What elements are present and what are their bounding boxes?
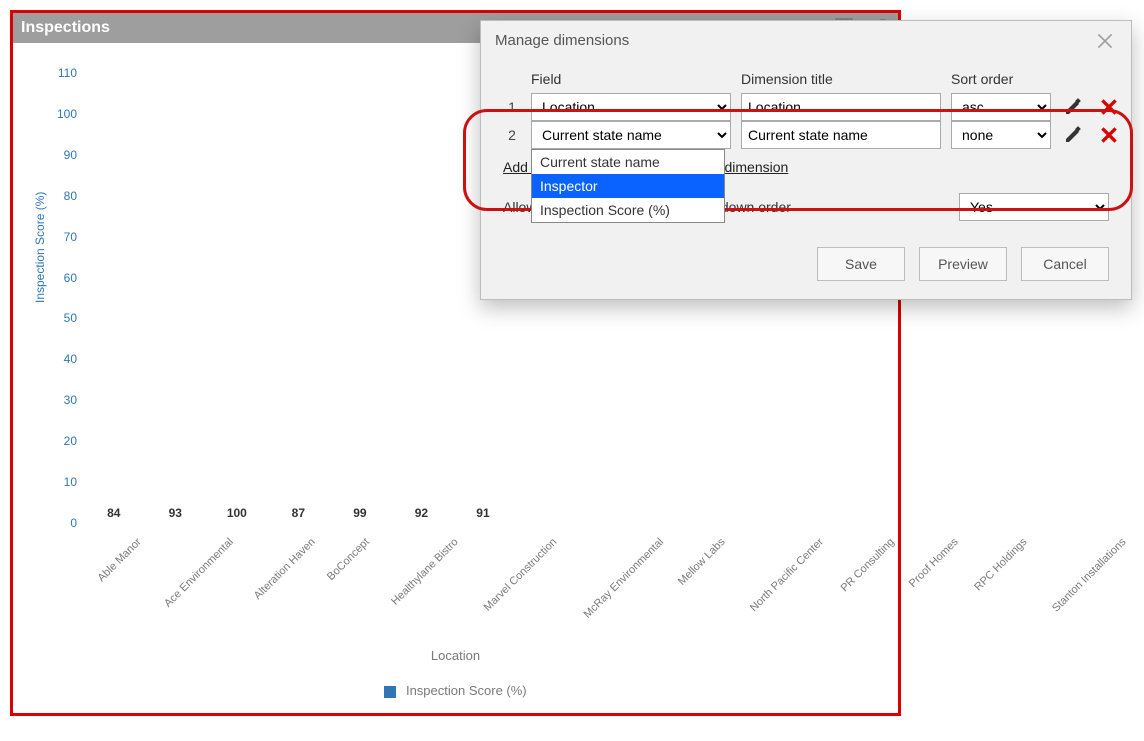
y-tick: 100 <box>17 107 83 121</box>
delete-icon[interactable] <box>1097 95 1121 119</box>
col-header-dimension-title: Dimension title <box>741 71 941 93</box>
x-tick-label: McRay Environmental <box>582 536 667 621</box>
legend-label: Inspection Score (%) <box>406 683 527 698</box>
edit-icon[interactable] <box>1061 123 1085 147</box>
x-tick-label: Able Manor <box>95 536 143 584</box>
y-tick: 20 <box>17 434 83 448</box>
x-tick-label: Ace Environmental <box>162 536 236 610</box>
manage-dimensions-dialog: Manage dimensions Field Dimension title … <box>480 20 1132 300</box>
legend-swatch <box>384 686 396 698</box>
allow-drilldown-select[interactable]: Yes <box>959 193 1109 221</box>
dropdown-option[interactable]: Inspection Score (%) <box>532 198 724 222</box>
x-tick-label: North Pacific Center <box>748 536 826 614</box>
edit-icon[interactable] <box>1061 95 1085 119</box>
field-select-row1[interactable]: Location <box>531 93 731 121</box>
bar-value-label: 93 <box>169 506 182 520</box>
x-tick-label: RPC Holdings <box>972 536 1029 593</box>
delete-icon[interactable] <box>1097 123 1121 147</box>
sort-select-row1[interactable]: asc <box>951 93 1051 121</box>
x-tick-label: Stanton Installations <box>1050 536 1129 615</box>
dialog-title: Manage dimensions <box>495 21 629 61</box>
x-tick-label: Healthylane Bistro <box>390 536 462 608</box>
y-tick: 30 <box>17 393 83 407</box>
bar-value-label: 99 <box>353 506 366 520</box>
y-tick: 80 <box>17 189 83 203</box>
x-tick-label: Mellow Labs <box>676 536 728 588</box>
chart-legend: Inspection Score (%) <box>13 683 898 698</box>
col-header-sort-order: Sort order <box>951 71 1051 93</box>
close-icon[interactable] <box>1093 29 1117 53</box>
preview-button[interactable]: Preview <box>919 247 1007 281</box>
bar-value-label: 87 <box>292 506 305 520</box>
x-tick-label: PR Consulting <box>838 536 896 594</box>
bar-value-label: 92 <box>415 506 428 520</box>
col-header-field: Field <box>531 71 731 93</box>
row-number: 1 <box>503 99 521 115</box>
panel-title: Inspections <box>21 19 110 36</box>
dropdown-option[interactable]: Current state name <box>532 150 724 174</box>
field-dropdown[interactable]: Current state nameInspectorInspection Sc… <box>531 149 725 223</box>
sort-select-row2[interactable]: none <box>951 121 1051 149</box>
bar-value-label: 100 <box>227 506 247 520</box>
bar-value-label: 84 <box>107 506 120 520</box>
row-number: 2 <box>503 127 521 143</box>
x-axis-label: Location <box>13 648 898 663</box>
bar-value-label: 91 <box>476 506 489 520</box>
x-tick-label: Alteration Haven <box>251 536 317 602</box>
y-tick: 10 <box>17 475 83 489</box>
save-button[interactable]: Save <box>817 247 905 281</box>
dimension-title-input-row2[interactable] <box>741 121 941 149</box>
y-tick: 40 <box>17 352 83 366</box>
x-tick-label: Marvel Construction <box>481 536 559 614</box>
y-tick: 60 <box>17 271 83 285</box>
field-select-row2[interactable]: Current state name <box>531 121 731 149</box>
x-tick-label: Proof Homes <box>907 536 961 590</box>
y-tick: 0 <box>17 516 83 530</box>
x-tick-label: BoConcept <box>325 536 372 583</box>
dropdown-option[interactable]: Inspector <box>532 174 724 198</box>
y-tick: 110 <box>17 66 83 80</box>
y-tick: 70 <box>17 230 83 244</box>
y-tick: 90 <box>17 148 83 162</box>
y-axis-label: Inspection Score (%) <box>33 192 47 303</box>
y-tick: 50 <box>17 311 83 325</box>
cancel-button[interactable]: Cancel <box>1021 247 1109 281</box>
dimension-title-input-row1[interactable] <box>741 93 941 121</box>
